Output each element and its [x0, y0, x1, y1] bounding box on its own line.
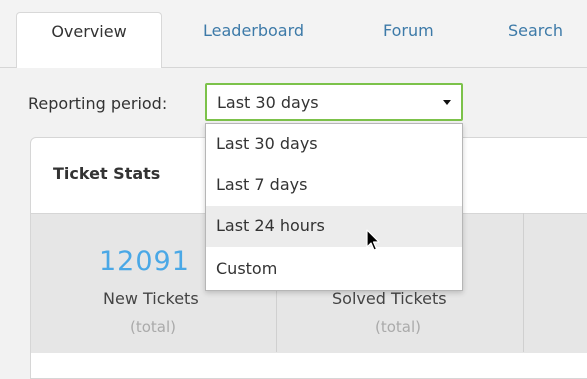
- caret-down-icon: [443, 100, 451, 105]
- option-custom[interactable]: Custom: [206, 249, 462, 290]
- reporting-period-dropdown: Last 30 days Last 7 days Last 24 hours C…: [205, 123, 463, 291]
- tab-search[interactable]: Search: [508, 21, 563, 40]
- new-tickets-value: 12091: [99, 246, 190, 277]
- option-last-7-days[interactable]: Last 7 days: [206, 165, 462, 206]
- solved-tickets-label: Solved Tickets: [332, 289, 447, 308]
- option-last-24-hours[interactable]: Last 24 hours: [206, 206, 462, 247]
- option-last-30-days[interactable]: Last 30 days: [206, 124, 462, 165]
- tab-overview[interactable]: Overview: [16, 12, 162, 68]
- reporting-period-select[interactable]: Last 30 days: [205, 83, 463, 121]
- new-tickets-note: (total): [130, 318, 177, 336]
- tab-overview-label: Overview: [51, 22, 127, 41]
- solved-tickets-note: (total): [375, 318, 422, 336]
- tab-leaderboard[interactable]: Leaderboard: [203, 21, 304, 40]
- reporting-period-label: Reporting period:: [28, 94, 168, 113]
- mouse-pointer-icon: [366, 229, 380, 251]
- new-tickets-label: New Tickets: [103, 289, 199, 308]
- panel-title: Ticket Stats: [53, 164, 161, 183]
- reporting-period-value: Last 30 days: [217, 93, 319, 112]
- stat-divider: [523, 213, 524, 352]
- tab-forum[interactable]: Forum: [383, 21, 434, 40]
